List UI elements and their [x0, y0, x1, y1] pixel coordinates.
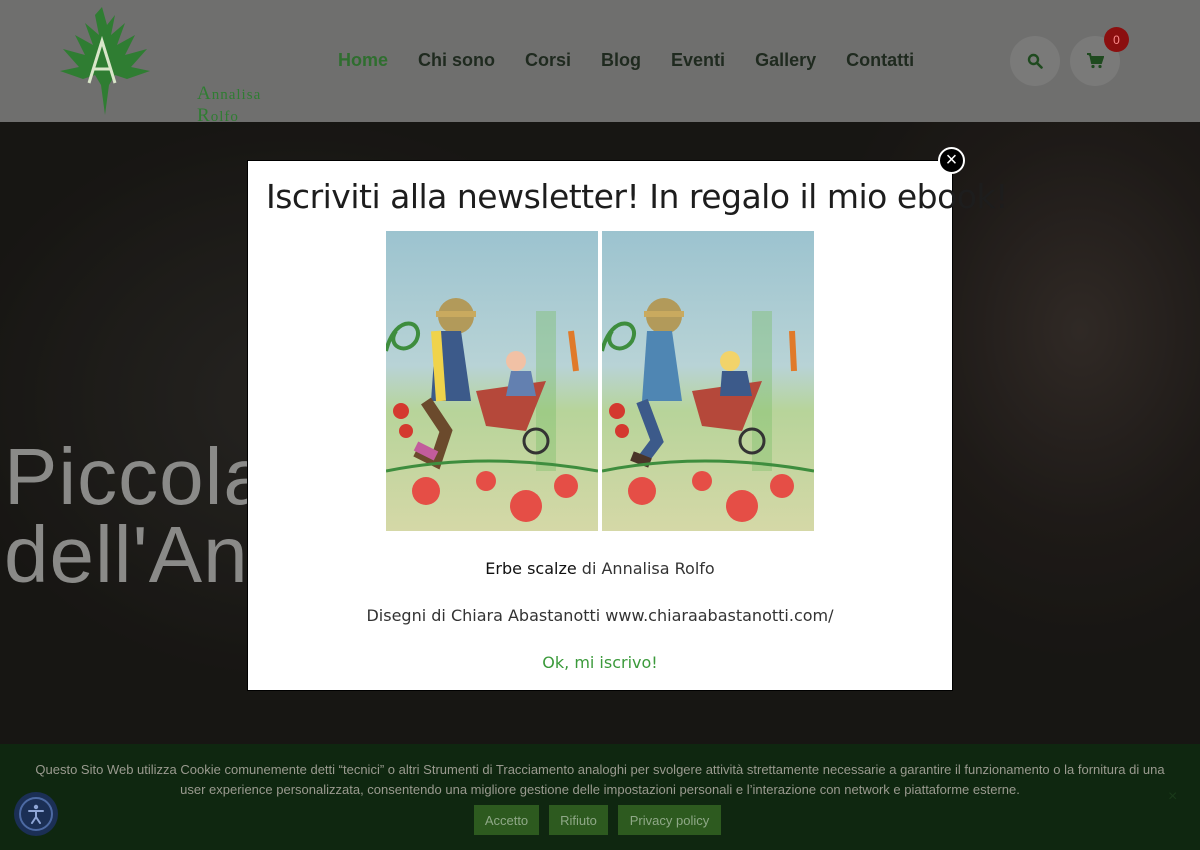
nav-home[interactable]: Home: [323, 46, 403, 75]
cookie-text: Questo Sito Web utilizza Cookie comuneme…: [35, 762, 1165, 797]
main-nav: Home Chi sono Corsi Blog Eventi Gallery …: [323, 46, 929, 75]
modal-close-button[interactable]: ×: [938, 147, 965, 174]
cart-icon: [1087, 53, 1104, 69]
nav-eventi[interactable]: Eventi: [656, 46, 740, 75]
nav-blog[interactable]: Blog: [586, 46, 656, 75]
leaf-logo-icon: [60, 7, 150, 115]
ebook-author: di Annalisa Rolfo: [576, 559, 715, 578]
accessibility-button[interactable]: [14, 792, 58, 836]
cookie-banner: Questo Sito Web utilizza Cookie comuneme…: [0, 744, 1200, 850]
site-logo[interactable]: Annalisa Rolfo: [55, 5, 260, 126]
hero-title: Piccola dell'An: [4, 432, 269, 599]
modal-title: Iscriviti alla newsletter! In regalo il …: [266, 177, 1008, 216]
cookie-reject-button[interactable]: Rifiuto: [549, 805, 608, 835]
ebook-illustration-left: [386, 231, 598, 531]
hero-title-line2: dell'An: [4, 510, 249, 599]
nav-corsi[interactable]: Corsi: [510, 46, 586, 75]
cookie-close-button[interactable]: ×: [1168, 788, 1177, 806]
cookie-accept-button[interactable]: Accetto: [474, 805, 539, 835]
search-button[interactable]: [1010, 36, 1060, 86]
nav-gallery[interactable]: Gallery: [740, 46, 831, 75]
ebook-caption: Erbe scalze di Annalisa Rolfo: [248, 559, 952, 578]
newsletter-modal: Iscriviti alla newsletter! In regalo il …: [248, 161, 1008, 690]
cart-count-badge: 0: [1104, 27, 1129, 52]
nav-contatti[interactable]: Contatti: [831, 46, 929, 75]
ebook-illustration-right: [602, 231, 814, 531]
subscribe-link[interactable]: Ok, mi iscrivo!: [542, 653, 657, 672]
site-header: Annalisa Rolfo Home Chi sono Corsi Blog …: [0, 0, 1200, 126]
hero-title-line1: Piccola: [4, 432, 269, 521]
logo-wordmark: Annalisa Rolfo: [197, 83, 262, 126]
illustration-credits: Disegni di Chiara Abastanotti www.chiara…: [366, 606, 834, 625]
accessibility-icon: [19, 797, 53, 831]
nav-chi-sono[interactable]: Chi sono: [403, 46, 510, 75]
ebook-title: Erbe scalze: [485, 559, 577, 578]
cookie-privacy-button[interactable]: Privacy policy: [618, 805, 721, 835]
search-icon: [1027, 53, 1043, 69]
subscribe-wrapper: Ok, mi iscrivo!: [248, 653, 952, 672]
